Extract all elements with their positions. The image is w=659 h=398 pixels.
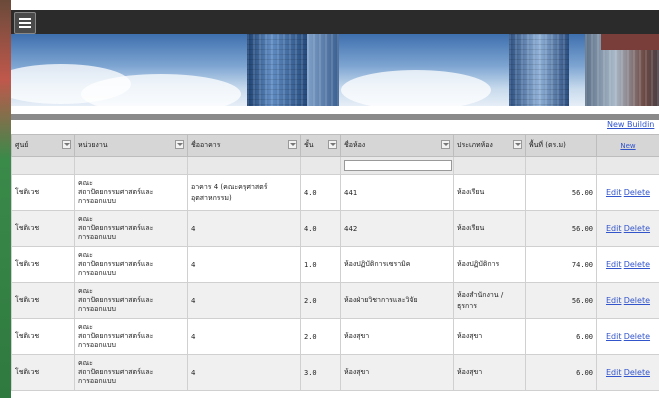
room-cell: ห้องปฏิบัติการเซรามิค (340, 246, 454, 283)
center-cell: โชติเวช (11, 210, 75, 247)
edit-link[interactable]: Edit (606, 224, 622, 233)
floor-cell: 2.0 (300, 318, 341, 355)
delete-link[interactable]: Delete (624, 368, 650, 377)
top-navbar (11, 10, 659, 34)
table-row: โชติเวช คณะ สถาปัตยกรรมศาสตร์และ การออกแบบอ… (11, 174, 659, 211)
area-cell: 6.00 (525, 318, 597, 355)
delete-link[interactable]: Delete (624, 188, 650, 197)
app-frame: New Buildin ศูนย์ หน่วยงาน ชื่ออาคาร ชั้… (11, 0, 659, 398)
col-building-header[interactable]: ชื่ออาคาร (187, 134, 301, 157)
building-cell: 4 (187, 318, 301, 355)
actions-cell: Edit Delete (596, 354, 659, 391)
agency-cell: คณะ สถาปัตยกรรมศาสตร์และ การออกแบบ (74, 354, 188, 391)
room-cell: ห้องสุขา (340, 354, 454, 391)
room-cell: ห้องสุขา (340, 318, 454, 355)
actions-cell: Edit Delete (596, 282, 659, 319)
floor-cell: 4.0 (300, 210, 341, 247)
hamburger-menu-icon[interactable] (14, 12, 36, 34)
area-cell: 56.00 (525, 174, 597, 211)
table-row: โชติเวช คณะ สถาปัตยกรรมศาสตร์และ การออกแบบ 4… (11, 246, 659, 283)
filter-row (11, 156, 659, 175)
actions-cell: Edit Delete (596, 210, 659, 247)
filter-dropdown-icon[interactable] (328, 140, 337, 149)
floor-cell: 4.0 (300, 174, 341, 211)
center-cell: โชติเวช (11, 174, 75, 211)
edit-link[interactable]: Edit (606, 260, 622, 269)
table-row: โชติเวช คณะ สถาปัตยกรรมศาสตร์และ การออกแบบ 4… (11, 282, 659, 319)
type-cell: ห้องปฏิบัติการ (453, 246, 526, 283)
table-row: โชติเวช คณะ สถาปัตยกรรมศาสตร์และ การออกแบบ 4… (11, 210, 659, 247)
building-cell: 4 (187, 282, 301, 319)
new-room-link[interactable]: New (596, 134, 659, 157)
edit-link[interactable]: Edit (606, 296, 622, 305)
table-row: โชติเวช คณะ สถาปัตยกรรมศาสตร์และ การออกแบบ 4… (11, 318, 659, 355)
type-cell: ห้องเรียน (453, 210, 526, 247)
new-building-link[interactable]: New Buildin (607, 120, 654, 129)
edit-link[interactable]: Edit (606, 188, 622, 197)
col-agency-header[interactable]: หน่วยงาน (74, 134, 188, 157)
col-center-header[interactable]: ศูนย์ (11, 134, 75, 157)
filter-dropdown-icon[interactable] (513, 140, 522, 149)
delete-link[interactable]: Delete (624, 296, 650, 305)
floor-cell: 3.0 (300, 354, 341, 391)
filter-dropdown-icon[interactable] (288, 140, 297, 149)
center-cell: โชติเวช (11, 282, 75, 319)
filter-dropdown-icon[interactable] (62, 140, 71, 149)
table-row: โชติเวช คณะ สถาปัตยกรรมศาสตร์และ การออกแบบ 4… (11, 354, 659, 391)
type-cell: ห้องสุขา (453, 318, 526, 355)
type-cell: ห้องเรียน (453, 174, 526, 211)
center-cell: โชติเวช (11, 318, 75, 355)
area-cell: 6.00 (525, 354, 597, 391)
header-banner-image (11, 34, 659, 106)
area-cell: 56.00 (525, 210, 597, 247)
delete-link[interactable]: Delete (624, 332, 650, 341)
center-cell: โชติเวช (11, 354, 75, 391)
delete-link[interactable]: Delete (624, 224, 650, 233)
header-row: ศูนย์ หน่วยงาน ชื่ออาคาร ชั้น ชื่อห้อง ป… (11, 134, 659, 157)
delete-link[interactable]: Delete (624, 260, 650, 269)
edit-link[interactable]: Edit (606, 332, 622, 341)
area-cell: 56.00 (525, 282, 597, 319)
area-cell: 74.00 (525, 246, 597, 283)
floor-cell: 1.0 (300, 246, 341, 283)
building-cell: อาคาร 4 (คณะครุศาสตร์อุตสาหกรรม) (187, 174, 301, 211)
actions-cell: Edit Delete (596, 246, 659, 283)
building-cell: 4 (187, 246, 301, 283)
agency-cell: คณะ สถาปัตยกรรมศาสตร์และ การออกแบบ (74, 174, 188, 211)
agency-cell: คณะ สถาปัตยกรรมศาสตร์และ การออกแบบ (74, 282, 188, 319)
floor-cell: 2.0 (300, 282, 341, 319)
rooms-table: ศูนย์ หน่วยงาน ชื่ออาคาร ชั้น ชื่อห้อง ป… (11, 134, 659, 391)
building-cell: 4 (187, 210, 301, 247)
room-cell: 442 (340, 210, 454, 247)
edit-link[interactable]: Edit (606, 368, 622, 377)
actions-cell: Edit Delete (596, 174, 659, 211)
agency-cell: คณะ สถาปัตยกรรมศาสตร์และ การออกแบบ (74, 246, 188, 283)
room-cell: ห้องฝ่ายวิชาการและวิจัย (340, 282, 454, 319)
center-cell: โชติเวช (11, 246, 75, 283)
filter-dropdown-icon[interactable] (441, 140, 450, 149)
filter-dropdown-icon[interactable] (175, 140, 184, 149)
room-cell: 441 (340, 174, 454, 211)
room-name-filter-input[interactable] (344, 160, 452, 171)
type-cell: ห้องสำนักงาน / ธุรการ (453, 282, 526, 319)
type-cell: ห้องสุขา (453, 354, 526, 391)
col-room-header[interactable]: ชื่อห้อง (340, 134, 454, 157)
agency-cell: คณะ สถาปัตยกรรมศาสตร์และ การออกแบบ (74, 210, 188, 247)
actions-cell: Edit Delete (596, 318, 659, 355)
col-floor-header[interactable]: ชั้น (300, 134, 341, 157)
agency-cell: คณะ สถาปัตยกรรมศาสตร์และ การออกแบบ (74, 318, 188, 355)
col-area-header[interactable]: พื้นที่ (ตร.ม) (525, 134, 597, 157)
building-cell: 4 (187, 354, 301, 391)
col-type-header[interactable]: ประเภทห้อง (453, 134, 526, 157)
